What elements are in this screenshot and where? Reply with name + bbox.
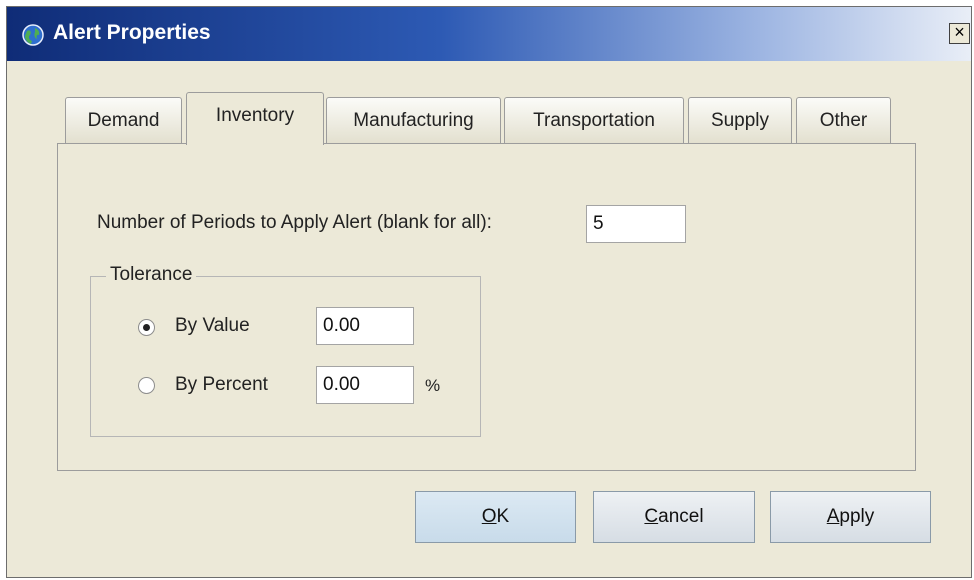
periods-input[interactable]: 5 (586, 205, 686, 243)
tab-supply[interactable]: Supply (688, 97, 792, 143)
apply-mnemonic: A (826, 506, 840, 527)
periods-label: Number of Periods to Apply Alert (blank … (97, 212, 492, 233)
radio-selected-dot (143, 324, 150, 331)
cancel-label-rest: ancel (658, 506, 704, 527)
ok-mnemonic: O (481, 506, 497, 527)
by-value-label: By Value (175, 315, 250, 336)
tab-manufacturing[interactable]: Manufacturing (326, 97, 501, 143)
dialog-title: Alert Properties (53, 21, 211, 44)
tolerance-group-title: Tolerance (106, 264, 197, 286)
tab-other[interactable]: Other (796, 97, 891, 143)
percent-unit-label: % (425, 376, 441, 395)
ok-label-rest: K (496, 506, 510, 527)
tab-label: Other (819, 110, 868, 131)
by-percent-radio[interactable] (138, 377, 155, 394)
tab-label: Supply (710, 110, 770, 131)
title-bar: Alert Properties (7, 7, 971, 61)
close-button[interactable]: × (949, 23, 970, 44)
tab-label: Demand (87, 110, 160, 131)
cancel-mnemonic: C (644, 506, 659, 527)
tab-label: Transportation (533, 110, 655, 131)
by-percent-label: By Percent (175, 374, 268, 395)
tab-transportation[interactable]: Transportation (504, 97, 684, 143)
ok-button[interactable]: OK (415, 491, 576, 543)
by-value-input[interactable]: 0.00 (316, 307, 414, 345)
tolerance-group (90, 276, 481, 437)
close-icon: × (954, 22, 965, 42)
cancel-button[interactable]: Cancel (593, 491, 755, 543)
tab-demand[interactable]: Demand (65, 97, 182, 143)
globe-icon (22, 24, 44, 46)
by-percent-input[interactable]: 0.00 (316, 366, 414, 404)
by-value-radio[interactable] (138, 319, 155, 336)
tab-inventory[interactable]: Inventory (186, 92, 324, 145)
tab-label: Manufacturing (353, 110, 474, 131)
apply-label-rest: pply (839, 506, 875, 527)
apply-button[interactable]: Apply (770, 491, 931, 543)
tab-label: Inventory (215, 105, 295, 126)
